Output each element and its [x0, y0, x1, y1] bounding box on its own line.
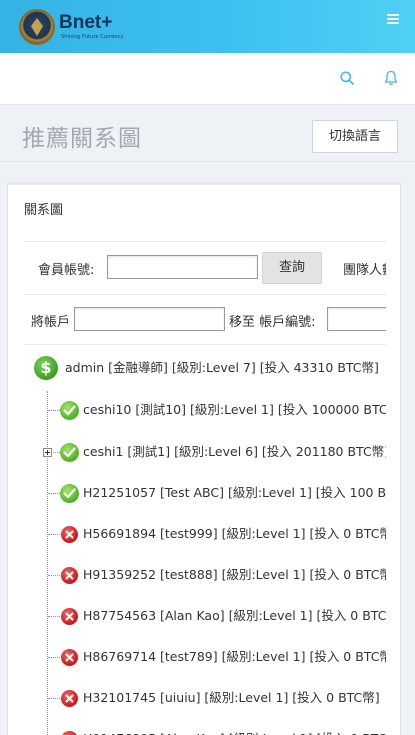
page-title: 推薦關系圖	[22, 126, 142, 152]
tree-node[interactable]: H86769714 [test789] [級別:Level 1] [投入 0 B…	[24, 645, 386, 669]
member-account-input[interactable]	[107, 255, 258, 279]
tree-root-node[interactable]: $ admin [金融導師] [級別:Level 7] [投入 43310 BT…	[24, 355, 386, 381]
move-account-form-row: 將帳戶 移至 帳戶編號:	[24, 294, 386, 344]
member-account-label: 會員帳號:	[38, 263, 95, 278]
query-button[interactable]: 查詢	[262, 252, 322, 284]
tree-node-label: H56691894 [test999] [級別:Level 1] [投入 0 B…	[83, 526, 386, 541]
tree-node[interactable]: H32101745 [uiuiu] [級別:Level 1] [投入 0 BTC…	[24, 686, 386, 710]
inactive-x-icon	[61, 731, 78, 735]
active-check-icon	[60, 401, 79, 420]
inactive-x-icon	[61, 608, 78, 625]
tree-node[interactable]: H87754563 [Alan Kao] [級別:Level 1] [投入 0 …	[24, 604, 386, 628]
tree-node-label: H91476805 [Alan Kao] [級別:Level 1] [投入 0 …	[83, 727, 386, 735]
tree-node-label: admin [金融導師] [級別:Level 7] [投入 43310 BTC幣…	[65, 360, 379, 375]
logo-slogan: Shining Future Currency	[61, 34, 124, 40]
tree-node-label: H87754563 [Alan Kao] [級別:Level 1] [投入 0 …	[83, 608, 386, 623]
inactive-x-icon	[61, 690, 78, 707]
top-header-bar: Bnet+ Shining Future Currency	[0, 0, 415, 53]
tree-node[interactable]: ceshi1 [測試1] [級別:Level 6] [投入 201180 BTC…	[24, 440, 386, 464]
search-icon[interactable]	[340, 71, 354, 85]
logo-text: Bnet+	[59, 12, 113, 33]
tree-node[interactable]: H91359252 [test888] [級別:Level 1] [投入 0 B…	[24, 563, 386, 587]
logo-emblem-icon	[19, 9, 55, 45]
active-check-icon	[60, 443, 79, 462]
relationship-panel: 關系圖 會員帳號: 查詢 團隊人數 將帳戶 移至 帳戶編號: $ admin […	[7, 182, 401, 735]
move-to-input[interactable]	[327, 307, 386, 331]
tree-node-label: H91359252 [test888] [級別:Level 1] [投入 0 B…	[83, 567, 386, 582]
search-form-row: 會員帳號: 查詢 團隊人數	[24, 241, 386, 294]
hamburger-menu-icon[interactable]	[387, 14, 399, 26]
toolbar	[0, 53, 415, 105]
bell-icon[interactable]	[384, 70, 398, 86]
panel-title: 關系圖	[24, 203, 64, 218]
dollar-icon: $	[34, 356, 58, 380]
tree-node[interactable]: H56691894 [test999] [級別:Level 1] [投入 0 B…	[24, 522, 386, 546]
referral-tree: $ admin [金融導師] [級別:Level 7] [投入 43310 BT…	[24, 344, 386, 735]
tree-node-label: H86769714 [test789] [級別:Level 1] [投入 0 B…	[83, 649, 386, 664]
tree-node-label: H21251057 [Test ABC] [級別:Level 1] [投入 10…	[83, 485, 386, 500]
tree-node-label: H32101745 [uiuiu] [級別:Level 1] [投入 0 BTC…	[83, 690, 380, 705]
move-from-label: 將帳戶	[31, 315, 71, 330]
tree-node-label: ceshi1 [測試1] [級別:Level 6] [投入 201180 BTC…	[83, 444, 386, 459]
tree-node[interactable]: H21251057 [Test ABC] [級別:Level 1] [投入 10…	[24, 481, 386, 505]
page-header: 推薦關系圖 切換語言	[0, 106, 415, 162]
switch-language-button[interactable]: 切換語言	[312, 120, 398, 153]
inactive-x-icon	[61, 567, 78, 584]
move-to-label: 移至 帳戶編號:	[229, 315, 316, 330]
inactive-x-icon	[61, 526, 78, 543]
team-count-label: 團隊人數	[343, 263, 386, 278]
tree-node[interactable]: ceshi10 [測試10] [級別:Level 1] [投入 100000 B…	[24, 398, 386, 422]
move-from-input[interactable]	[74, 307, 225, 331]
tree-node-label: ceshi10 [測試10] [級別:Level 1] [投入 100000 B…	[83, 402, 386, 417]
active-check-icon	[60, 484, 79, 503]
inactive-x-icon	[61, 649, 78, 666]
tree-node[interactable]: H91476805 [Alan Kao] [級別:Level 1] [投入 0 …	[24, 727, 386, 735]
